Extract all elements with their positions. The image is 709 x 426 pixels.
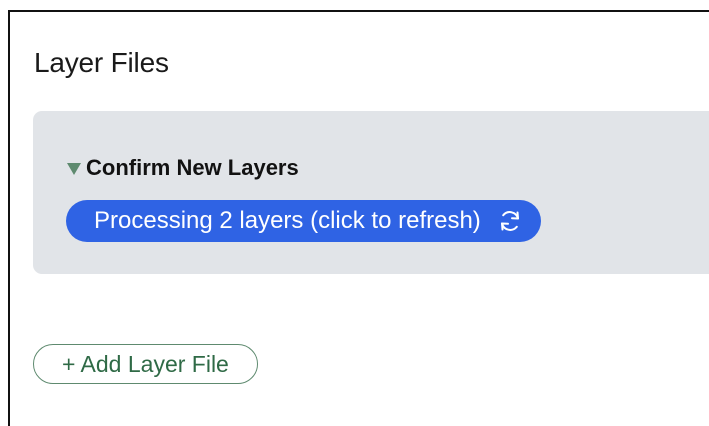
confirm-layers-toggle[interactable]: Confirm New Layers <box>67 155 299 181</box>
disclosure-triangle-icon <box>67 163 81 175</box>
processing-status-button[interactable]: Processing 2 layers (click to refresh) <box>66 200 541 242</box>
refresh-icon <box>497 208 523 234</box>
page-title: Layer Files <box>34 47 169 78</box>
add-layer-file-button[interactable]: + Add Layer File <box>33 344 258 384</box>
layer-files-container: Layer Files Confirm New Layers Processin… <box>8 10 709 426</box>
section-title: Confirm New Layers <box>86 155 299 180</box>
confirm-layers-panel: Confirm New Layers Processing 2 layers (… <box>33 111 709 274</box>
processing-status-text: Processing 2 layers (click to refresh) <box>94 207 481 234</box>
